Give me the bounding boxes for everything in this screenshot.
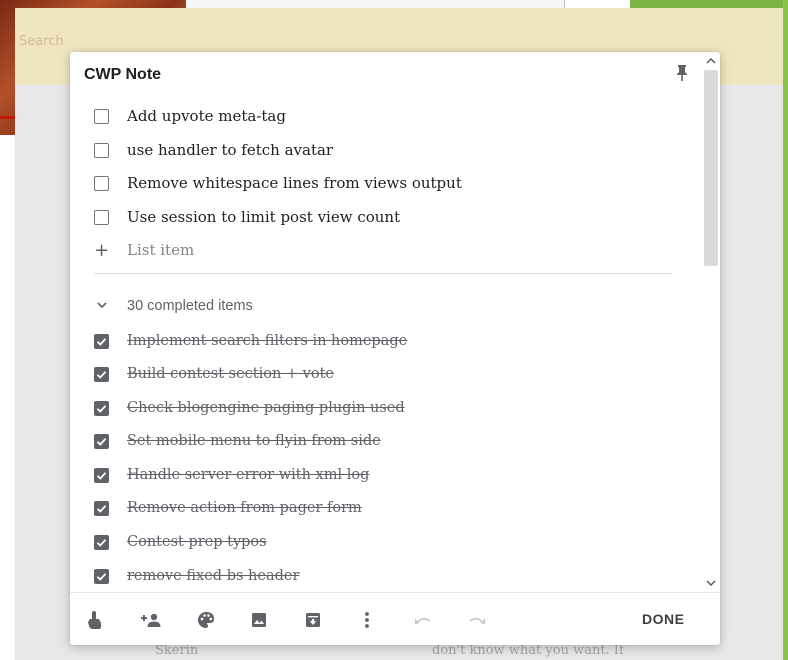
pin-icon[interactable] [674,64,690,82]
completed-list-item[interactable]: Remove action from pager form [94,496,674,520]
reminder-icon[interactable] [84,609,106,631]
undo-icon[interactable] [412,609,434,631]
completed-list-item[interactable]: Contest prep typos [94,530,674,554]
note-dialog: CWP Note Add upvote meta-tag use handler… [70,52,720,645]
plus-icon: + [94,239,110,261]
note-title[interactable]: CWP Note [84,66,161,84]
checkbox[interactable] [94,175,109,191]
scroll-down-arrow-icon[interactable] [705,579,717,591]
checkbox-checked[interactable] [94,433,109,449]
list-item-text[interactable]: Add upvote meta-tag [127,107,286,125]
checkbox-checked[interactable] [94,568,109,584]
completed-items-toggle[interactable]: 30 completed items [94,294,253,318]
completed-item-text[interactable]: Check blogengine paging plugin used [127,400,405,416]
completed-item-text[interactable]: Handle server error with xml log [127,467,369,483]
collaborator-icon[interactable] [140,609,162,631]
note-toolbar: DONE [70,592,720,645]
list-item[interactable]: Remove whitespace lines from views outpu… [94,171,674,195]
completed-list-item[interactable]: Set mobile menu to flyin from side [94,429,674,453]
image-icon[interactable] [248,609,270,631]
scrollbar-thumb[interactable] [704,70,718,266]
checkbox-checked[interactable] [94,467,109,483]
checkbox[interactable] [94,108,109,124]
list-item-text[interactable]: use handler to fetch avatar [127,141,333,159]
checkbox[interactable] [94,142,109,158]
scroll-up-arrow-icon[interactable] [705,56,717,68]
background-right-bar [783,0,788,660]
more-icon[interactable] [356,609,378,631]
behind-text-left: Skerin [155,643,199,658]
checkbox-checked[interactable] [94,400,109,416]
done-button[interactable]: DONE [642,611,684,627]
list-item-text[interactable]: Remove whitespace lines from views outpu… [127,174,462,192]
completed-list-item[interactable]: Check blogengine paging plugin used [94,396,674,420]
completed-item-text[interactable]: Remove action from pager form [127,500,362,516]
divider [94,273,672,274]
list-item[interactable]: use handler to fetch avatar [94,138,674,162]
redo-icon[interactable] [466,609,488,631]
palette-icon[interactable] [195,609,217,631]
background-header-hint: Search [19,34,64,49]
list-item[interactable]: Use session to limit post view count [94,205,674,229]
completed-list-item[interactable]: Implement search filters in homepage [94,329,674,353]
completed-item-text[interactable]: Build contest section + vote [127,366,334,382]
checkbox-checked[interactable] [94,500,109,516]
completed-item-text[interactable]: remove fixed bs header [127,568,299,584]
completed-item-text[interactable]: Implement search filters in homepage [127,333,407,349]
checkbox[interactable] [94,209,109,225]
add-list-item-placeholder[interactable]: List item [127,241,194,259]
completed-items-count: 30 completed items [127,298,253,314]
list-item[interactable]: Add upvote meta-tag [94,104,674,128]
completed-list-item[interactable]: Build contest section + vote [94,362,674,386]
checkbox-checked[interactable] [94,366,109,382]
behind-text-right: don't know what you want. If [432,643,624,658]
chevron-down-icon[interactable] [94,301,109,312]
checkbox-checked[interactable] [94,534,109,550]
completed-item-text[interactable]: Contest prep typos [127,534,267,550]
completed-list-item[interactable]: remove fixed bs header [94,564,674,588]
completed-item-text[interactable]: Set mobile menu to flyin from side [127,433,381,449]
archive-icon[interactable] [302,609,324,631]
completed-list-item[interactable]: Handle server error with xml log [94,463,674,487]
scrollbar[interactable] [702,52,720,592]
checkbox-checked[interactable] [94,333,109,349]
list-item-text[interactable]: Use session to limit post view count [127,208,400,226]
add-list-item[interactable]: + List item [94,238,674,262]
